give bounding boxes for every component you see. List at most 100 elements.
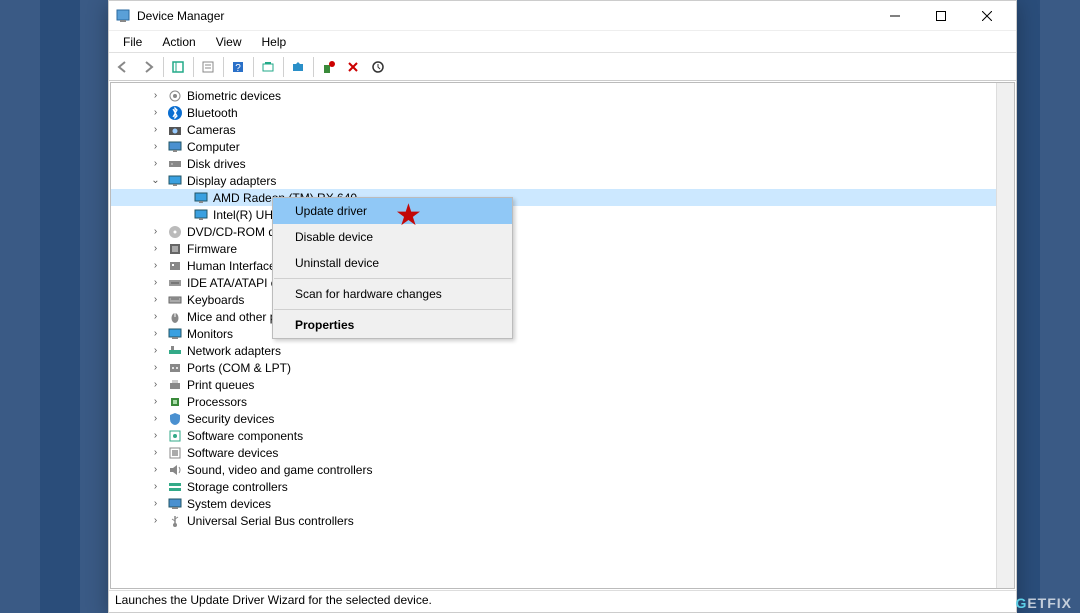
minimize-button[interactable] <box>872 1 918 31</box>
expander-icon[interactable]: › <box>151 142 160 151</box>
tree-node[interactable]: › System devices <box>111 495 1014 512</box>
context-menu-item[interactable]: Scan for hardware changes <box>273 281 512 307</box>
expander-icon[interactable]: › <box>151 295 160 304</box>
expander-icon[interactable]: › <box>151 414 160 423</box>
forward-button[interactable] <box>136 55 160 79</box>
tree-node[interactable]: › Disk drives <box>111 155 1014 172</box>
hid-icon <box>167 258 183 274</box>
show-hide-button[interactable] <box>166 55 190 79</box>
tree-node[interactable]: ›DVD/CD-ROM drives <box>111 223 1014 240</box>
tree-node[interactable]: AMD Radeon (TM) RX 640 <box>111 189 1014 206</box>
camera-icon <box>167 122 183 138</box>
expander-icon[interactable]: › <box>151 227 160 236</box>
tree-node-label: Display adapters <box>187 174 276 188</box>
help-button[interactable]: ? <box>226 55 250 79</box>
properties-button[interactable] <box>196 55 220 79</box>
ports-icon <box>167 360 183 376</box>
expander-icon[interactable]: › <box>151 482 160 491</box>
scan-hardware-button[interactable] <box>256 55 280 79</box>
tree-node-label: Keyboards <box>187 293 244 307</box>
menu-action[interactable]: Action <box>152 33 205 51</box>
expander-icon[interactable]: › <box>151 261 160 270</box>
tree-node[interactable]: › Network adapters <box>111 342 1014 359</box>
menu-help[interactable]: Help <box>252 33 297 51</box>
tree-node-label: Storage controllers <box>187 480 288 494</box>
tree-node[interactable]: › Keyboards <box>111 291 1014 308</box>
tree-node[interactable]: ›Cameras <box>111 121 1014 138</box>
window-title: Device Manager <box>137 9 872 23</box>
tree-node[interactable]: ›Bluetooth <box>111 104 1014 121</box>
tree-node[interactable]: ›Monitors <box>111 325 1014 342</box>
print-icon <box>167 377 183 393</box>
display-icon <box>193 190 209 206</box>
tree-node[interactable]: ›Computer <box>111 138 1014 155</box>
expander-icon[interactable]: › <box>151 431 160 440</box>
expander-icon[interactable]: ⌄ <box>151 176 160 185</box>
device-tree-container: › Biometric devices›Bluetooth›Cameras›Com… <box>110 82 1015 589</box>
expander-icon[interactable]: › <box>151 499 160 508</box>
tree-node[interactable]: ›IDE ATA/ATAPI controllers <box>111 274 1014 291</box>
mouse-icon <box>167 309 183 325</box>
titlebar: Device Manager <box>109 1 1016 31</box>
tree-node[interactable]: ›Human Interface Devices <box>111 257 1014 274</box>
expander-icon[interactable]: › <box>151 329 160 338</box>
expander-icon[interactable]: › <box>151 91 160 100</box>
expander-icon[interactable]: › <box>151 278 160 287</box>
tree-node[interactable]: ›Universal Serial Bus controllers <box>111 512 1014 529</box>
tree-node-label: Disk drives <box>187 157 246 171</box>
context-menu-item[interactable]: Properties <box>273 312 512 338</box>
tree-node[interactable]: › Storage controllers <box>111 478 1014 495</box>
tree-node[interactable]: ›Ports (COM & LPT) <box>111 359 1014 376</box>
context-menu-item[interactable]: Uninstall device <box>273 250 512 276</box>
tree-node[interactable]: ⌄ Display adapters <box>111 172 1014 189</box>
tree-node-label: Biometric devices <box>187 89 281 103</box>
scrollbar-thumb[interactable] <box>998 123 1013 243</box>
expander-icon[interactable]: › <box>151 312 160 321</box>
tree-node[interactable]: › Software devices <box>111 444 1014 461</box>
expander-icon[interactable]: › <box>151 159 160 168</box>
monitor-icon <box>167 326 183 342</box>
biometric-icon <box>167 88 183 104</box>
keyboard-icon <box>167 292 183 308</box>
display-icon <box>167 173 183 189</box>
maximize-button[interactable] <box>918 1 964 31</box>
tree-node[interactable]: ›Security devices <box>111 410 1014 427</box>
expander-icon[interactable]: › <box>151 363 160 372</box>
close-button[interactable] <box>964 1 1010 31</box>
computer-icon <box>167 139 183 155</box>
expander-icon[interactable]: › <box>151 244 160 253</box>
expander-icon[interactable]: › <box>151 448 160 457</box>
tree-node[interactable]: ›Firmware <box>111 240 1014 257</box>
tree-node[interactable]: › Biometric devices <box>111 87 1014 104</box>
update-driver-button[interactable] <box>286 55 310 79</box>
tree-node[interactable]: › Print queues <box>111 376 1014 393</box>
tree-node-label: Print queues <box>187 378 254 392</box>
back-button[interactable] <box>111 55 135 79</box>
tree-node[interactable]: Intel(R) UHD <box>111 206 1014 223</box>
expander-icon[interactable]: › <box>151 346 160 355</box>
expander-icon[interactable]: › <box>151 380 160 389</box>
tree-node[interactable]: ›Processors <box>111 393 1014 410</box>
tree-node[interactable]: ›Mice and other pointing devices <box>111 308 1014 325</box>
expander-icon[interactable]: › <box>151 397 160 406</box>
security-icon <box>167 411 183 427</box>
tree-node-label: Software devices <box>187 446 278 460</box>
device-tree[interactable]: › Biometric devices›Bluetooth›Cameras›Com… <box>111 83 1014 588</box>
expander-icon[interactable]: › <box>151 465 160 474</box>
enable-device-button[interactable] <box>366 55 390 79</box>
tree-node-label: Network adapters <box>187 344 281 358</box>
expander-icon[interactable]: › <box>151 108 160 117</box>
tree-node[interactable]: › Sound, video and game controllers <box>111 461 1014 478</box>
context-menu-item[interactable]: Update driver <box>273 198 512 224</box>
tree-node[interactable]: ›Software components <box>111 427 1014 444</box>
uninstall-device-button[interactable] <box>316 55 340 79</box>
context-menu-item[interactable]: Disable device <box>273 224 512 250</box>
menu-view[interactable]: View <box>206 33 252 51</box>
expander-icon[interactable]: › <box>151 125 160 134</box>
disable-device-button[interactable] <box>341 55 365 79</box>
menu-file[interactable]: File <box>113 33 152 51</box>
usb-icon <box>167 513 183 529</box>
expander-icon[interactable]: › <box>151 516 160 525</box>
tree-node-label: System devices <box>187 497 271 511</box>
tree-node-label: Sound, video and game controllers <box>187 463 372 477</box>
